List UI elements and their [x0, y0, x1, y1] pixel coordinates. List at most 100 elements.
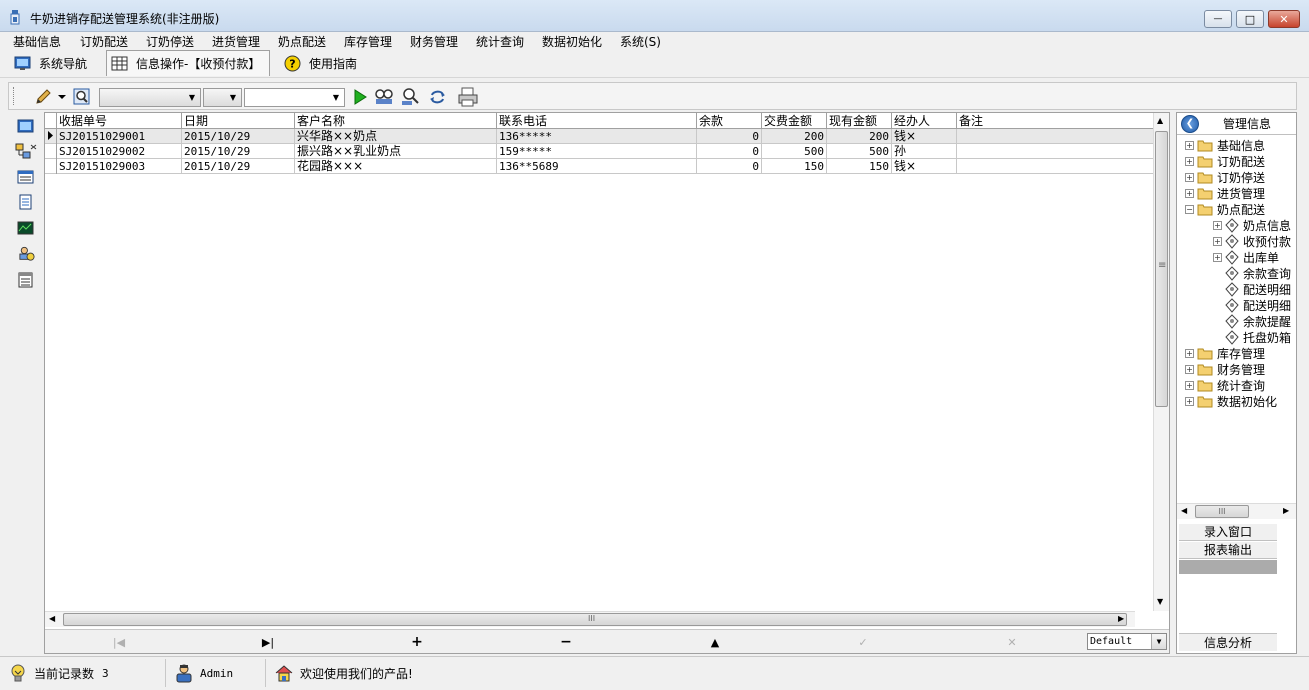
cell-customer[interactable]: 花园路××× [295, 159, 497, 174]
scroll-left-icon[interactable]: ◀ [49, 614, 55, 623]
column-header-receipt-no[interactable]: 收据单号 [57, 113, 182, 129]
expander-icon[interactable]: + [1213, 252, 1222, 262]
expander-icon[interactable]: + [1185, 172, 1194, 182]
document-icon[interactable] [17, 194, 34, 210]
expander-icon[interactable]: + [1185, 188, 1194, 198]
tree-node[interactable]: + 订奶配送 [1185, 153, 1265, 169]
add-record-button[interactable]: + [407, 634, 427, 650]
users-icon[interactable] [17, 246, 37, 262]
maximize-button[interactable]: □ [1236, 10, 1264, 28]
tree-node[interactable]: 托盘奶箱 [1213, 329, 1291, 345]
expander-icon[interactable]: + [1213, 220, 1222, 230]
panel-header[interactable]: ❮ 管理信息 [1177, 113, 1296, 135]
tab-system-nav[interactable]: 系统导航 [14, 50, 100, 76]
cell-paid[interactable]: 500 [762, 144, 827, 159]
edit-dropdown-button[interactable] [57, 87, 67, 107]
tree-node[interactable]: + 奶点信息 [1213, 217, 1291, 233]
list-icon[interactable] [17, 169, 34, 185]
cell-handler[interactable]: 钱× [892, 159, 957, 174]
tree-node[interactable]: − 奶点配送 [1185, 201, 1265, 217]
layout-combo[interactable]: Default ▼ [1087, 633, 1167, 650]
cell-phone[interactable]: 136***** [497, 129, 697, 144]
tree-node[interactable]: 配送明细 [1213, 297, 1291, 313]
grid-horizontal-scroll-thumb[interactable]: III [63, 613, 1127, 626]
cell-date[interactable]: 2015/10/29 [182, 129, 295, 144]
cell-date[interactable]: 2015/10/29 [182, 144, 295, 159]
collapse-panel-icon[interactable]: ❮ [1181, 114, 1199, 133]
cell-current[interactable]: 200 [827, 129, 892, 144]
table-row[interactable]: SJ20151029001 2015/10/29 兴华路××奶点 136****… [45, 129, 1155, 144]
cell-balance[interactable]: 0 [697, 129, 762, 144]
expander-icon[interactable]: − [1185, 204, 1194, 214]
first-record-button[interactable]: |◀ [109, 634, 129, 650]
expander-icon[interactable]: + [1185, 396, 1194, 406]
tab-info-operation[interactable]: 信息操作-【收预付款】 [106, 50, 270, 76]
tree-node[interactable]: + 数据初始化 [1185, 393, 1277, 409]
expander-icon[interactable]: + [1185, 348, 1194, 358]
cell-customer[interactable]: 振兴路××乳业奶点 [295, 144, 497, 159]
cell-balance[interactable]: 0 [697, 144, 762, 159]
expander-icon[interactable]: + [1185, 364, 1194, 374]
network-icon[interactable] [15, 143, 37, 159]
filter-operator-combo[interactable]: ▼ [203, 88, 242, 107]
edit-button[interactable] [33, 87, 53, 107]
cell-customer[interactable]: 兴华路××奶点 [295, 129, 497, 144]
tab-user-guide[interactable]: ? 使用指南 [284, 50, 366, 76]
expander-icon[interactable]: + [1185, 140, 1194, 150]
scroll-right-icon[interactable]: ▶ [1283, 506, 1289, 515]
column-header-customer[interactable]: 客户名称 [295, 113, 497, 129]
close-button[interactable]: ✕ [1268, 10, 1300, 28]
print-button[interactable] [456, 87, 480, 107]
cell-handler[interactable]: 孙 [892, 144, 957, 159]
cell-current[interactable]: 500 [827, 144, 892, 159]
tree-scroll-thumb[interactable]: III [1195, 505, 1249, 518]
tree-node[interactable]: + 出库单 [1213, 249, 1279, 265]
cell-receipt-no[interactable]: SJ20151029001 [57, 129, 182, 144]
grid-vertical-scroll-thumb[interactable]: ≡ [1155, 131, 1168, 407]
find-button[interactable] [373, 87, 395, 107]
table-icon[interactable] [17, 272, 34, 288]
find-next-button[interactable] [400, 87, 422, 107]
cell-balance[interactable]: 0 [697, 159, 762, 174]
column-header-paid[interactable]: 交费金额 [762, 113, 827, 129]
cancel-record-button[interactable]: ✕ [1002, 634, 1022, 650]
cell-date[interactable]: 2015/10/29 [182, 159, 295, 174]
chart-icon[interactable] [17, 220, 34, 236]
tree-node[interactable]: + 财务管理 [1185, 361, 1265, 377]
cell-paid[interactable]: 150 [762, 159, 827, 174]
entry-window-button[interactable]: 录入窗口 [1179, 524, 1277, 541]
cell-current[interactable]: 150 [827, 159, 892, 174]
cell-remark[interactable] [957, 144, 1155, 159]
cell-receipt-no[interactable]: SJ20151029002 [57, 144, 182, 159]
report-output-button[interactable]: 报表输出 [1179, 542, 1277, 559]
delete-record-button[interactable]: − [556, 634, 576, 650]
grid-horizontal-scrollbar[interactable]: ◀ III ▶ [45, 611, 1135, 627]
scroll-right-icon[interactable]: ▶ [1118, 614, 1124, 623]
table-row[interactable]: SJ20151029003 2015/10/29 花园路××× 136**568… [45, 159, 1155, 174]
scroll-down-icon[interactable]: ▼ [1157, 597, 1163, 606]
cell-handler[interactable]: 钱× [892, 129, 957, 144]
tree-node[interactable]: + 收预付款 [1213, 233, 1291, 249]
post-record-button[interactable]: ✓ [853, 634, 873, 650]
screen-icon[interactable] [17, 118, 34, 134]
column-header-balance[interactable]: 余款 [697, 113, 762, 129]
info-analysis-button[interactable]: 信息分析 [1179, 633, 1277, 651]
scroll-up-icon[interactable]: ▲ [1157, 116, 1163, 125]
column-header-date[interactable]: 日期 [182, 113, 295, 129]
tree-node[interactable]: 余款查询 [1213, 265, 1291, 281]
column-header-phone[interactable]: 联系电话 [497, 113, 697, 129]
tree-node[interactable]: + 基础信息 [1185, 137, 1265, 153]
expander-icon[interactable]: + [1213, 236, 1222, 246]
expander-icon[interactable]: + [1185, 380, 1194, 390]
column-header-remark[interactable]: 备注 [957, 113, 1155, 129]
cell-remark[interactable] [957, 129, 1155, 144]
search-button[interactable] [72, 87, 92, 107]
cell-receipt-no[interactable]: SJ20151029003 [57, 159, 182, 174]
tree-node[interactable]: + 进货管理 [1185, 185, 1265, 201]
tree-node[interactable]: + 统计查询 [1185, 377, 1265, 393]
refresh-button[interactable] [427, 87, 449, 107]
tree-node[interactable]: + 订奶停送 [1185, 169, 1265, 185]
tree-node[interactable]: 配送明细 [1213, 281, 1291, 297]
grid-vertical-scrollbar[interactable]: ▲ ≡ ▼ [1153, 113, 1169, 611]
expander-icon[interactable]: + [1185, 156, 1194, 166]
